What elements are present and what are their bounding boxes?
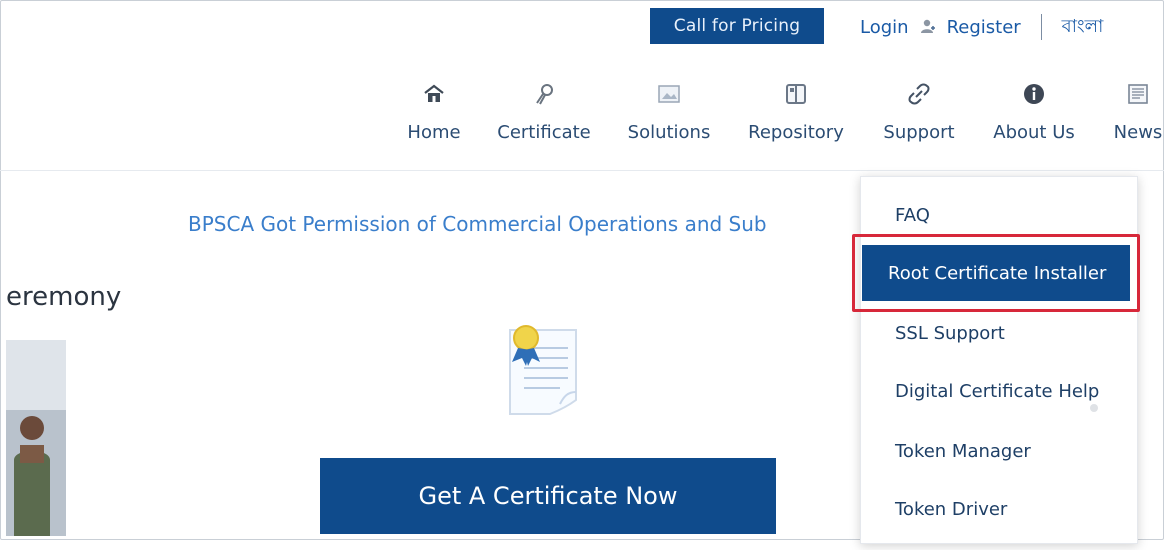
- support-dropdown-menu: FAQ SSL Support Digital Certificate Help…: [860, 176, 1138, 544]
- ribbon-icon: [536, 84, 553, 105]
- nav-repository[interactable]: Repository: [744, 78, 848, 158]
- person-photo: [6, 340, 66, 536]
- nav-certificate[interactable]: Certificate: [492, 78, 596, 158]
- nav-support[interactable]: Support: [876, 78, 962, 158]
- ceremony-heading: eremony: [6, 282, 122, 312]
- home-icon: [424, 84, 444, 102]
- nav-home[interactable]: Home: [400, 78, 468, 158]
- menu-item-token-driver[interactable]: Token Driver: [895, 499, 1007, 520]
- nav-label-certificate: Certificate: [497, 122, 591, 143]
- get-certificate-button[interactable]: Get A Certificate Now: [320, 458, 776, 534]
- nav-label-support: Support: [883, 122, 955, 143]
- highlight-outline: Root Certificate Installer: [852, 234, 1140, 312]
- top-bar: Call for Pricing Login Register বাংলা: [0, 0, 1172, 50]
- divider: [1040, 14, 1042, 40]
- decorative-dot: [1090, 404, 1098, 412]
- nav-divider: [0, 170, 1164, 171]
- main-nav: Home Certificate Solutions Repository Su…: [0, 78, 1172, 158]
- nav-label-about-us: About Us: [993, 122, 1075, 143]
- news-icon: [1128, 84, 1148, 104]
- register-link[interactable]: Register: [947, 17, 1021, 38]
- announcement-link[interactable]: BPSCA Got Permission of Commercial Opera…: [188, 212, 798, 236]
- account-links: Login Register বাংলা: [860, 14, 1103, 40]
- book-icon: [786, 84, 806, 104]
- link-icon: [908, 83, 930, 105]
- certificate-illustration: [509, 325, 577, 415]
- menu-item-token-manager[interactable]: Token Manager: [895, 441, 1031, 462]
- nav-label-repository: Repository: [748, 122, 844, 143]
- ceremony-photo: [6, 340, 66, 536]
- menu-item-digital-certificate-help[interactable]: Digital Certificate Help: [895, 381, 1099, 402]
- nav-label-solutions: Solutions: [627, 122, 711, 143]
- nav-label-home: Home: [407, 122, 461, 143]
- user-add-icon: [920, 19, 935, 33]
- menu-item-faq[interactable]: FAQ: [895, 205, 930, 226]
- nav-about-us[interactable]: About Us: [986, 78, 1082, 158]
- nav-label-news: News: [1113, 122, 1163, 143]
- menu-item-ssl-support[interactable]: SSL Support: [895, 323, 1005, 344]
- language-toggle[interactable]: বাংলা: [1062, 12, 1104, 43]
- login-link[interactable]: Login: [860, 17, 909, 38]
- nav-solutions[interactable]: Solutions: [620, 78, 718, 158]
- image-icon: [658, 85, 680, 103]
- nav-news[interactable]: News: [1108, 78, 1168, 158]
- menu-item-root-certificate-installer[interactable]: Root Certificate Installer: [862, 245, 1130, 301]
- info-icon: [1024, 84, 1044, 104]
- call-for-pricing-button[interactable]: Call for Pricing: [650, 8, 824, 44]
